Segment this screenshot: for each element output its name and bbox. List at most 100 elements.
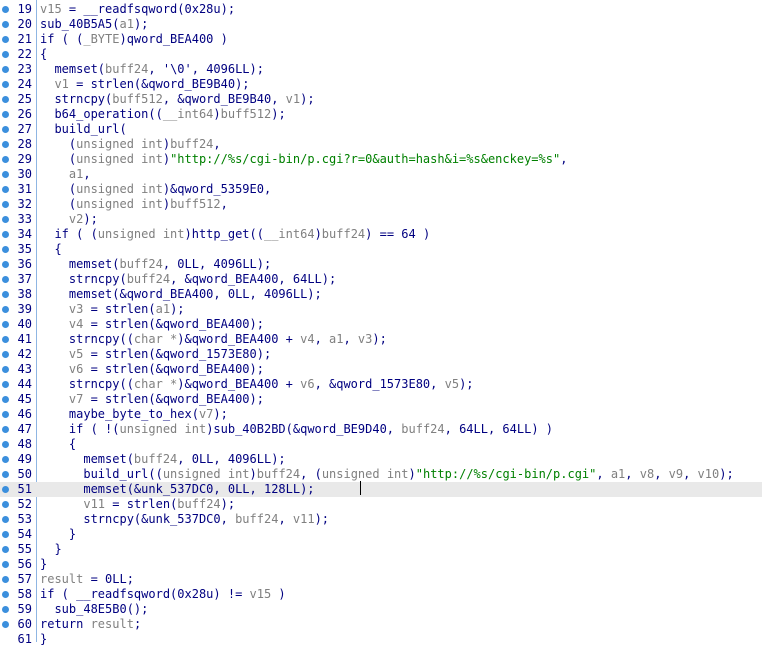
code-line[interactable]: 23 memset(buff24, '\0', 4096LL); <box>0 62 762 77</box>
code-text[interactable]: result = 0LL; <box>40 572 134 587</box>
breakpoint-dot-icon[interactable] <box>2 471 9 478</box>
breakpoint-dot-icon[interactable] <box>2 36 9 43</box>
code-line[interactable]: 32 (unsigned int)buff512, <box>0 197 762 212</box>
pseudocode-editor[interactable]: 19 v15 = __readfsqword(0x28u); 20 sub_40B5A… <box>0 0 762 646</box>
code-line[interactable]: 44 strncpy((char *)&qword_BEA400 + v6, &… <box>0 377 762 392</box>
code-line[interactable]: 25 strncpy(buff512, &qword_BE9B40, v1); <box>0 92 762 107</box>
code-line[interactable]: 57 result = 0LL; <box>0 572 762 587</box>
code-line[interactable]: 28 (unsigned int)buff24, <box>0 137 762 152</box>
code-text[interactable]: if ( (_BYTE)qword_BEA400 ) <box>40 32 228 47</box>
code-text[interactable]: memset(&unk_537DC0, 0LL, 128LL); <box>40 482 314 497</box>
code-text[interactable]: { <box>40 47 47 62</box>
breakpoint-dot-icon[interactable] <box>2 126 9 133</box>
breakpoint-dot-icon[interactable] <box>2 171 9 178</box>
code-line[interactable]: 20 sub_40B5A5(a1); <box>0 17 762 32</box>
breakpoint-dot-icon[interactable] <box>2 441 9 448</box>
breakpoint-dot-icon[interactable] <box>2 426 9 433</box>
breakpoint-dot-icon[interactable] <box>2 456 9 463</box>
code-line[interactable]: 61} <box>0 632 762 647</box>
code-line[interactable]: 56} <box>0 557 762 572</box>
code-line[interactable]: 33 v2); <box>0 212 762 227</box>
breakpoint-dot-icon[interactable] <box>2 606 9 613</box>
code-text[interactable]: build_url((unsigned int)buff24, (unsigne… <box>40 467 733 482</box>
code-text[interactable]: v5 = strlen(&qword_1573E80); <box>40 347 271 362</box>
breakpoint-dot-icon[interactable] <box>2 111 9 118</box>
code-text[interactable]: strncpy(buff24, &qword_BEA400, 64LL); <box>40 272 336 287</box>
code-line[interactable]: 29 (unsigned int)"http://%s/cgi-bin/p.cg… <box>0 152 762 167</box>
code-text[interactable]: strncpy(buff512, &qword_BE9B40, v1); <box>40 92 314 107</box>
breakpoint-dot-icon[interactable] <box>2 261 9 268</box>
code-text[interactable]: v4 = strlen(&qword_BEA400); <box>40 317 264 332</box>
code-text[interactable]: strncpy((char *)&qword_BEA400 + v6, &qwo… <box>40 377 474 392</box>
breakpoint-dot-icon[interactable] <box>2 366 9 373</box>
code-line[interactable]: 37 strncpy(buff24, &qword_BEA400, 64LL); <box>0 272 762 287</box>
code-line[interactable]: 19 v15 = __readfsqword(0x28u); <box>0 2 762 17</box>
breakpoint-dot-icon[interactable] <box>2 561 9 568</box>
breakpoint-dot-icon[interactable] <box>2 546 9 553</box>
code-text[interactable]: v2); <box>40 212 98 227</box>
code-text[interactable]: sub_40B5A5(a1); <box>40 17 148 32</box>
code-text[interactable]: } <box>40 557 47 572</box>
breakpoint-dot-icon[interactable] <box>2 621 9 628</box>
breakpoint-dot-icon[interactable] <box>2 306 9 313</box>
breakpoint-dot-icon[interactable] <box>2 216 9 223</box>
code-text[interactable]: memset(buff24, 0LL, 4096LL); <box>40 257 271 272</box>
code-line[interactable]: 24 v1 = strlen(&qword_BE9B40); <box>0 77 762 92</box>
code-line[interactable]: 38 memset(&qword_BEA400, 0LL, 4096LL); <box>0 287 762 302</box>
code-text[interactable]: v3 = strlen(a1); <box>40 302 185 317</box>
breakpoint-dot-icon[interactable] <box>2 516 9 523</box>
code-text[interactable]: b64_operation((__int64)buff512); <box>40 107 285 122</box>
code-line[interactable]: 53 strncpy(&unk_537DC0, buff24, v11); <box>0 512 762 527</box>
breakpoint-dot-icon[interactable] <box>2 141 9 148</box>
breakpoint-dot-icon[interactable] <box>2 156 9 163</box>
breakpoint-dot-icon[interactable] <box>2 276 9 283</box>
code-text[interactable]: v6 = strlen(&qword_BEA400); <box>40 362 264 377</box>
code-text[interactable]: } <box>40 542 61 557</box>
code-text[interactable]: strncpy((char *)&qword_BEA400 + v4, a1, … <box>40 332 387 347</box>
code-line[interactable]: 42 v5 = strlen(&qword_1573E80); <box>0 347 762 362</box>
code-text[interactable]: strncpy(&unk_537DC0, buff24, v11); <box>40 512 329 527</box>
code-line[interactable]: 35 { <box>0 242 762 257</box>
code-line[interactable]: 31 (unsigned int)&qword_5359E0, <box>0 182 762 197</box>
code-text[interactable]: memset(&qword_BEA400, 0LL, 4096LL); <box>40 287 322 302</box>
breakpoint-dot-icon[interactable] <box>2 51 9 58</box>
code-line[interactable]: 34 if ( (unsigned int)http_get((__int64)… <box>0 227 762 242</box>
code-text[interactable]: sub_48E5B0(); <box>40 602 148 617</box>
code-line[interactable]: 60 return result; <box>0 617 762 632</box>
code-text[interactable]: v11 = strlen(buff24); <box>40 497 235 512</box>
code-line[interactable]: 45 v7 = strlen(&qword_BEA400); <box>0 392 762 407</box>
breakpoint-dot-icon[interactable] <box>2 66 9 73</box>
code-line[interactable]: 52 v11 = strlen(buff24); <box>0 497 762 512</box>
code-line[interactable]: 30 a1, <box>0 167 762 182</box>
code-text[interactable]: maybe_byte_to_hex(v7); <box>40 407 228 422</box>
breakpoint-dot-icon[interactable] <box>2 351 9 358</box>
code-line[interactable]: 54 } <box>0 527 762 542</box>
code-text[interactable]: { <box>40 242 61 257</box>
breakpoint-dot-icon[interactable] <box>2 396 9 403</box>
code-text[interactable]: build_url( <box>40 122 126 137</box>
code-text[interactable]: a1, <box>40 167 91 182</box>
breakpoint-dot-icon[interactable] <box>2 231 9 238</box>
code-text[interactable]: return result; <box>40 617 141 632</box>
code-text[interactable]: (unsigned int)"http://%s/cgi-bin/p.cgi?r… <box>40 152 568 167</box>
code-line[interactable]: 58 if ( __readfsqword(0x28u) != v15 ) <box>0 587 762 602</box>
breakpoint-dot-icon[interactable] <box>2 6 9 13</box>
code-text[interactable]: v15 = __readfsqword(0x28u); <box>40 2 235 17</box>
breakpoint-dot-icon[interactable] <box>2 81 9 88</box>
code-line[interactable]: 51 memset(&unk_537DC0, 0LL, 128LL); <box>0 482 762 497</box>
breakpoint-dot-icon[interactable] <box>2 321 9 328</box>
code-line[interactable]: 43 v6 = strlen(&qword_BEA400); <box>0 362 762 377</box>
code-line[interactable]: 39 v3 = strlen(a1); <box>0 302 762 317</box>
breakpoint-dot-icon[interactable] <box>2 186 9 193</box>
code-line[interactable]: 36 memset(buff24, 0LL, 4096LL); <box>0 257 762 272</box>
code-line[interactable]: 41 strncpy((char *)&qword_BEA400 + v4, a… <box>0 332 762 347</box>
breakpoint-dot-icon[interactable] <box>2 336 9 343</box>
code-text[interactable]: if ( !(unsigned int)sub_40B2BD(&qword_BE… <box>40 422 553 437</box>
code-line[interactable]: 21 if ( (_BYTE)qword_BEA400 ) <box>0 32 762 47</box>
code-line[interactable]: 46 maybe_byte_to_hex(v7); <box>0 407 762 422</box>
breakpoint-dot-icon[interactable] <box>2 501 9 508</box>
breakpoint-dot-icon[interactable] <box>2 411 9 418</box>
code-line[interactable]: 26 b64_operation((__int64)buff512); <box>0 107 762 122</box>
breakpoint-dot-icon[interactable] <box>2 591 9 598</box>
code-text[interactable]: (unsigned int)buff24, <box>40 137 221 152</box>
